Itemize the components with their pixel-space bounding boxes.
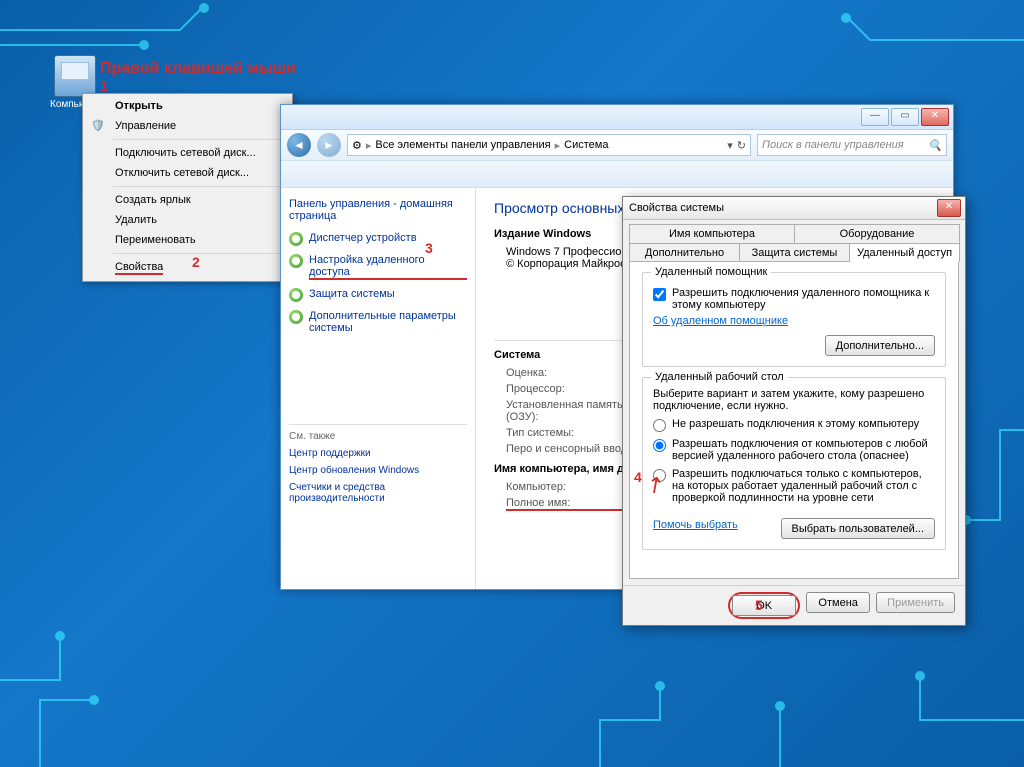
nav-system-protection[interactable]: Защита системы [289,288,467,302]
allow-ra-checkbox[interactable]: Разрешить подключения удаленного помощни… [653,287,935,311]
ok-button[interactable]: OK [732,595,796,616]
rd-option-deny[interactable]: Не разрешать подключения к этому компьют… [653,418,935,432]
search-icon: 🔍 [928,139,942,152]
cp-home-link[interactable]: Панель управления - домашняя страница [289,198,467,222]
shield-icon [289,232,303,246]
maximize-button[interactable]: ▭ [891,108,919,126]
ctx-map-drive[interactable]: Подключить сетевой диск... [85,143,290,163]
close-button[interactable]: ✕ [921,108,949,126]
nav-remote-settings[interactable]: Настройка удаленного доступа [289,254,467,280]
annotation-rightclick: Правой клавишей мыши [100,60,296,78]
nav-device-manager[interactable]: Диспетчер устройств [289,232,467,246]
context-menu: Открыть 🛡️Управление Подключить сетевой … [82,93,293,282]
rd-instruction: Выберите вариант и затем укажите, кому р… [653,388,935,412]
shield-icon [289,254,303,268]
tab-hardware[interactable]: Оборудование [794,224,960,243]
nav-back-button[interactable]: ◄ [287,133,311,157]
minimize-button[interactable]: — [861,108,889,126]
shield-icon [289,310,303,324]
breadcrumb[interactable]: ⚙ ▸ Все элементы панели управления ▸ Сис… [347,134,751,156]
control-panel-icon: ⚙ [352,139,362,152]
search-input[interactable]: Поиск в панели управления 🔍 [757,134,947,156]
ctx-delete[interactable]: Удалить [85,210,290,230]
toolbar [281,161,953,188]
nav-windows-update[interactable]: Центр обновления Windows [289,465,467,476]
ctx-manage[interactable]: 🛡️Управление [85,116,290,136]
ctx-rename[interactable]: Переименовать [85,230,290,250]
ra-advanced-button[interactable]: Дополнительно... [825,335,935,356]
see-also-label: См. также [289,431,467,442]
tab-remote[interactable]: Удаленный доступ [849,243,960,262]
system-properties-dialog: Свойства системы ✕ Имя компьютера Оборуд… [622,196,966,626]
annotation-4: 4 [634,469,642,485]
remote-assistance-group: Удаленный помощник Разрешить подключения… [642,272,946,367]
rd-option-nla[interactable]: Разрешить подключаться только с компьюте… [653,468,935,504]
annotation-2: 2 [192,254,200,270]
ctx-properties[interactable]: Свойства [85,257,290,279]
annotation-1: 1 [100,78,108,94]
tab-bar: Имя компьютера Оборудование Дополнительн… [623,220,965,262]
tab-protection[interactable]: Защита системы [739,243,850,262]
remote-tab-pane: Удаленный помощник Разрешить подключения… [629,261,959,579]
rd-option-any[interactable]: Разрешать подключения от компьютеров с л… [653,438,935,462]
ctx-open[interactable]: Открыть [85,96,290,116]
nav-action-center[interactable]: Центр поддержки [289,448,467,459]
tab-computer-name[interactable]: Имя компьютера [629,224,795,243]
ctx-create-shortcut[interactable]: Создать ярлык [85,190,290,210]
nav-performance[interactable]: Счетчики и средства производительности [289,482,467,504]
select-users-button[interactable]: Выбрать пользователей... [781,518,936,539]
titlebar: — ▭ ✕ [281,105,953,130]
shield-icon [289,288,303,302]
annotation-5: 5 [755,597,763,613]
about-ra-link[interactable]: Об удаленном помощнике [653,315,935,327]
shield-icon: 🛡️ [91,119,107,135]
tab-advanced[interactable]: Дополнительно [629,243,740,262]
remote-desktop-group: Удаленный рабочий стол Выберите вариант … [642,377,946,550]
nav-advanced-settings[interactable]: Дополнительные параметры системы [289,310,467,334]
dialog-title: Свойства системы ✕ [623,197,965,220]
computer-icon [54,55,96,97]
dialog-button-row: OK Отмена Применить [623,585,965,625]
help-choose-link[interactable]: Помочь выбрать [653,519,738,531]
annotation-3: 3 [425,240,433,256]
left-nav: Панель управления - домашняя страница Ди… [281,188,476,589]
dialog-close-button[interactable]: ✕ [937,199,961,217]
apply-button[interactable]: Применить [876,592,955,613]
address-bar: ◄ ► ⚙ ▸ Все элементы панели управления ▸… [281,130,953,161]
cancel-button[interactable]: Отмена [806,592,870,613]
nav-forward-button[interactable]: ► [317,133,341,157]
ctx-disconnect-drive[interactable]: Отключить сетевой диск... [85,163,290,183]
